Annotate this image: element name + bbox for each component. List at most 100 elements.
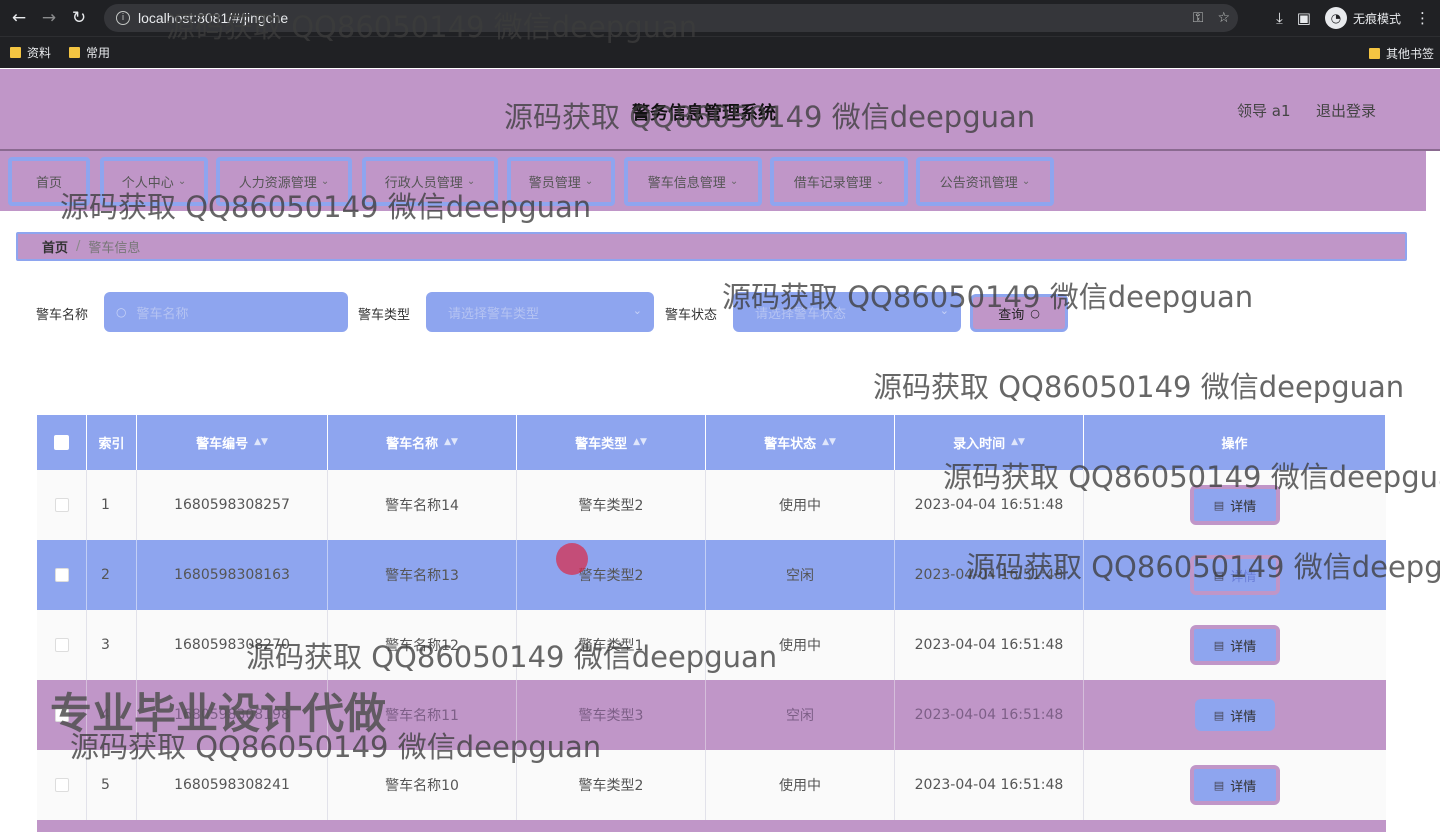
site-info-icon[interactable]: i [116,11,130,25]
table-row[interactable]: 2 1680598308163 警车名称13 警车类型2 空闲 2023-04-… [37,540,1386,610]
table-row[interactable]: 4 1680598308198 警车名称11 警车类型3 空闲 2023-04-… [37,680,1386,750]
row-checkbox[interactable] [54,568,69,582]
cell-name: 警车名称12 [328,610,517,680]
vehicle-name-placeholder: 警车名称 [136,306,189,322]
row-checkbox[interactable] [54,778,69,792]
col-action: 操作 [1084,415,1386,470]
detail-button[interactable]: ▤ 详情 [1190,765,1280,805]
row-checkbox[interactable] [54,708,69,722]
reload-icon[interactable]: ↻ [64,3,94,33]
chevron-down-icon: ⌄ [584,176,594,187]
vehicle-status-select[interactable]: 请选择警车状态 ⌄ [733,292,961,332]
detail-button[interactable]: ▤ 详情 [1195,699,1275,731]
top-nav: 首页 个人中心 ⌄ 人力资源管理 ⌄ 行政人员管理 ⌄ 警员管理 ⌄ 警车信息管理 ⌄ 借… [0,151,1426,211]
cell-type: 警车类型3 [517,680,706,750]
folder-icon [69,47,81,58]
nav-item-admin-staff[interactable]: 行政人员管理 ⌄ [362,157,498,206]
col-label: 警车名称 [386,437,439,452]
nav-item-hr[interactable]: 人力资源管理 ⌄ [216,157,352,206]
sort-icon[interactable]: ▲▼ [633,438,647,447]
logout-button[interactable]: 退出登录 [1316,100,1376,121]
document-icon: ▤ [1213,638,1225,652]
url-text: localhost:8081/#/jingche [138,10,289,26]
cell-name: 警车名称10 [328,750,517,820]
col-type[interactable]: 警车类型 ▲▼ [517,415,706,470]
nav-label: 行政人员管理 [384,176,463,191]
detail-button[interactable]: ▤ 详情 [1190,485,1280,525]
table-row[interactable]: 3 1680598308270 警车名称12 警车类型1 使用中 2023-04… [37,610,1386,680]
nav-item-police[interactable]: 警员管理 ⌄ [507,157,615,206]
sort-icon[interactable]: ▲▼ [254,438,268,447]
sort-icon[interactable]: ▲▼ [444,438,458,447]
vehicle-name-input[interactable]: ○ 警车名称 [104,292,348,332]
cell-action: ▤ 详情 [1084,750,1386,820]
detail-button[interactable]: ▤ 详情 [1190,555,1280,595]
incognito-label: 无痕模式 [1352,11,1401,26]
nav-item-vehicle[interactable]: 警车信息管理 ⌄ [624,157,762,206]
cell-action: ▤ 详情 [1084,610,1386,680]
cell-code: 1680598308163 [137,540,328,610]
menu-icon[interactable]: ⋮ [1415,9,1430,27]
col-name[interactable]: 警车名称 ▲▼ [328,415,517,470]
chevron-down-icon: ⌄ [466,176,476,187]
sort-icon[interactable]: ▲▼ [822,438,836,447]
address-bar[interactable]: i localhost:8081/#/jingche ⚿ ☆ [104,4,1238,32]
chevron-down-icon: ⌄ [875,176,885,187]
col-status[interactable]: 警车状态 ▲▼ [706,415,895,470]
col-time[interactable]: 录入时间 ▲▼ [895,415,1084,470]
select-all-cell [37,415,87,470]
table-row-partial [37,820,1386,832]
table-row[interactable]: 5 1680598308241 警车名称10 警车类型2 使用中 2023-04… [37,750,1386,820]
detail-button[interactable]: ▤ 详情 [1190,625,1280,665]
sidepanel-icon[interactable]: ▣ [1297,9,1311,27]
query-button[interactable]: 查询 ○ [970,294,1068,332]
select-all-checkbox[interactable] [54,435,69,450]
table-row[interactable]: 1 1680598308257 警车名称14 警车类型2 使用中 2023-04… [37,470,1386,540]
row-select-cell [37,680,87,750]
cell-status: 使用中 [706,610,895,680]
chevron-down-icon: ⌄ [1021,176,1031,187]
row-checkbox[interactable] [54,638,69,652]
back-icon[interactable]: ← [4,3,34,33]
detail-label: 详情 [1230,639,1257,655]
document-icon: ▤ [1213,498,1225,512]
vehicle-status-label: 警车状态 [665,308,718,323]
bookmark-folder-1[interactable]: 资料 [10,44,51,61]
download-icon[interactable]: ⤓ [1276,9,1283,27]
cell-action: ▤ 详情 [1084,470,1386,540]
col-label: 操作 [1221,437,1248,452]
key-icon[interactable]: ⚿ [1193,10,1204,26]
col-code[interactable]: 警车编号 ▲▼ [137,415,328,470]
other-bookmarks[interactable]: 其他书签 [1368,37,1434,69]
row-select-cell [37,540,87,610]
row-checkbox[interactable] [54,498,69,512]
cell-action: ▤ 详情 [1084,540,1386,610]
bookmark-label: 资料 [27,46,52,60]
search-icon: ○ [116,305,127,319]
bookmark-folder-2[interactable]: 常用 [69,44,110,61]
cell-type: 警车类型2 [517,540,706,610]
cell-type: 警车类型2 [517,750,706,820]
vehicle-type-select[interactable]: 请选择警车类型 ⌄ [426,292,654,332]
nav-item-home[interactable]: 首页 [8,157,90,206]
nav-item-personal[interactable]: 个人中心 ⌄ [100,157,208,206]
click-indicator [556,543,588,575]
bookmark-star-icon[interactable]: ☆ [1217,10,1230,26]
forward-icon[interactable]: → [34,3,64,33]
breadcrumb-separator: / [76,239,81,254]
folder-icon [1368,47,1380,59]
document-icon: ▤ [1213,778,1225,792]
chevron-down-icon: ⌄ [320,176,330,187]
incognito-indicator[interactable]: ◔ 无痕模式 [1324,7,1401,29]
nav-item-borrow[interactable]: 借车记录管理 ⌄ [770,157,908,206]
cell-time: 2023-04-04 16:51:48 [895,540,1084,610]
app-header: 警务信息管理系统 领导 a1 退出登录 [0,69,1440,151]
nav-item-news[interactable]: 公告资讯管理 ⌄ [916,157,1054,206]
sort-icon[interactable]: ▲▼ [1011,438,1025,447]
cell-status: 空闲 [706,680,895,750]
nav-label: 首页 [35,176,62,191]
document-icon: ▤ [1213,568,1225,582]
detail-label: 详情 [1230,569,1257,585]
breadcrumb-home[interactable]: 首页 [42,237,68,256]
col-label: 警车类型 [575,437,628,452]
